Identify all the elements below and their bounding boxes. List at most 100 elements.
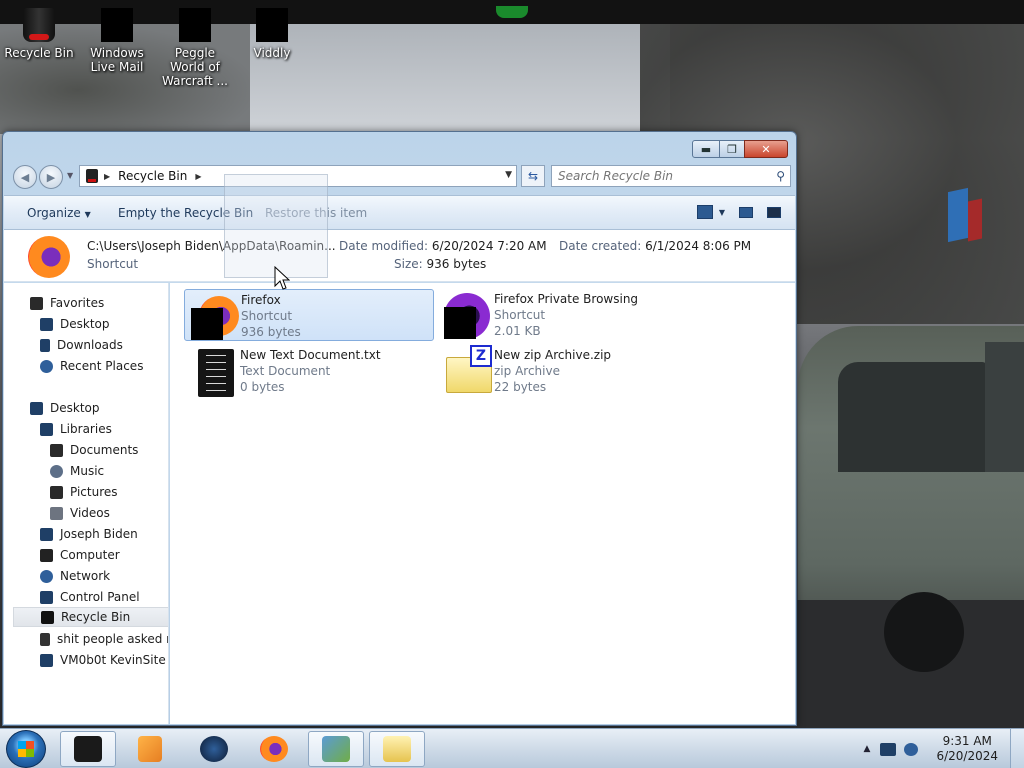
show-hidden-icons-button[interactable]: ▲: [864, 744, 871, 754]
search-box[interactable]: ⚲: [551, 165, 791, 187]
documents-icon: [50, 443, 63, 457]
nav-label: Computer: [60, 548, 120, 562]
system-tray: ▲ 9:31 AM 6/20/2024: [864, 729, 1024, 768]
search-input[interactable]: [558, 169, 768, 183]
top-bar-notch: [496, 6, 528, 18]
nav-user-folder[interactable]: Joseph Biden: [40, 524, 138, 544]
minimize-button[interactable]: ▬: [692, 140, 720, 158]
file-size: 0 bytes: [240, 380, 285, 394]
action-center-icon[interactable]: [880, 742, 897, 756]
nav-recycle-bin[interactable]: Recycle Bin: [13, 607, 168, 627]
search-icon[interactable]: ⚲: [776, 169, 785, 183]
nav-favorites[interactable]: Favorites: [30, 293, 104, 313]
desktop-icon-viddly[interactable]: Viddly: [234, 8, 310, 60]
maximize-button[interactable]: ❐: [719, 140, 745, 158]
desktop-icon-windows-live-mail[interactable]: Windows Live Mail: [79, 8, 155, 74]
breadcrumb-separator[interactable]: ▶: [195, 172, 201, 181]
view-dropdown[interactable]: ▼: [719, 208, 725, 217]
nav-label: shit people asked m: [57, 632, 169, 646]
nav-documents[interactable]: Documents: [50, 440, 138, 460]
nav-label: Recycle Bin: [61, 610, 131, 624]
videos-icon: [50, 506, 63, 520]
date-created-value: 6/1/2024 8:06 PM: [645, 239, 752, 253]
nav-vm0b0t-kevinsite[interactable]: VM0b0t KevinSite: [40, 650, 166, 670]
desktop-icon-label: Viddly: [253, 46, 291, 60]
nav-control-panel[interactable]: Control Panel: [40, 587, 140, 607]
desktop-icon: [30, 401, 43, 415]
nav-label: Pictures: [70, 485, 118, 499]
nav-folder-shit-people-asked[interactable]: shit people asked m: [40, 629, 169, 649]
address-history-dropdown[interactable]: ▼: [505, 170, 512, 180]
size-label: Size:: [394, 257, 423, 271]
file-item-new-zip-archive[interactable]: Z New zip Archive.zip zip Archive 22 byt…: [438, 345, 688, 397]
title-bar[interactable]: ▬ ❐ ✕: [3, 132, 796, 162]
refresh-icon: ⇆: [527, 169, 539, 183]
clock[interactable]: 9:31 AM 6/20/2024: [936, 734, 998, 764]
taskbar-firefox-button[interactable]: [246, 731, 302, 767]
wallpaper-car-wheel: [884, 592, 964, 672]
date-modified-label: Date modified:: [339, 239, 429, 253]
nav-downloads[interactable]: Downloads: [40, 335, 123, 355]
refresh-button[interactable]: ⇆: [521, 165, 545, 187]
nav-desktop[interactable]: Desktop: [30, 398, 100, 418]
help-icon[interactable]: [767, 206, 781, 218]
back-button[interactable]: ◀: [13, 165, 37, 189]
file-item-new-text-document[interactable]: New Text Document.txt Text Document 0 by…: [184, 345, 434, 397]
command-bar: Organize ▼ Empty the Recycle Bin Restore…: [4, 195, 795, 230]
wallpaper-flag-red: [968, 198, 982, 242]
breadcrumb-recycle-bin[interactable]: Recycle Bin: [118, 169, 187, 183]
nav-label: Joseph Biden: [60, 527, 138, 541]
recycle-bin-icon: [23, 8, 55, 42]
forward-button[interactable]: ▶: [39, 165, 63, 189]
peggle-icon: [179, 8, 211, 42]
file-item-firefox[interactable]: Firefox Shortcut 936 bytes: [184, 289, 434, 341]
organize-button[interactable]: Organize ▼: [27, 206, 91, 220]
nav-label: Videos: [70, 506, 110, 520]
desktop-icon-peggle[interactable]: Peggle World of Warcraft ...: [157, 8, 233, 88]
nav-label: Desktop: [50, 401, 100, 415]
text-document-icon: [190, 349, 234, 397]
wallpaper-car-window-rear: [985, 342, 1024, 472]
wallpaper-flag-blue: [948, 187, 968, 243]
nav-desktop-favorite[interactable]: Desktop: [40, 314, 110, 334]
nav-music[interactable]: Music: [50, 461, 104, 481]
music-icon: [50, 464, 63, 478]
taskbar-users-button[interactable]: [308, 731, 364, 767]
taskbar-explorer-button[interactable]: [60, 731, 116, 767]
desktop-icon-label: Recycle Bin: [4, 46, 74, 60]
network-icon[interactable]: [904, 742, 919, 756]
file-size: 22 bytes: [494, 380, 547, 394]
change-view-icon[interactable]: [696, 205, 713, 219]
taskbar-media-player-button[interactable]: [122, 731, 178, 767]
organize-label: Organize: [27, 206, 81, 220]
folder-icon: [40, 653, 53, 667]
nav-network[interactable]: Network: [40, 566, 110, 586]
nav-pictures[interactable]: Pictures: [50, 482, 118, 502]
taskbar-folder-button[interactable]: [369, 731, 425, 767]
start-button[interactable]: [6, 730, 46, 768]
close-button[interactable]: ✕: [744, 140, 788, 158]
nav-recent-places[interactable]: Recent Places: [40, 356, 143, 376]
desktop-icon: [40, 317, 53, 331]
desktop-icon-recycle-bin[interactable]: Recycle Bin: [1, 8, 77, 60]
nav-label: Desktop: [60, 317, 110, 331]
nav-videos[interactable]: Videos: [50, 503, 110, 523]
nav-computer[interactable]: Computer: [40, 545, 120, 565]
item-type: Shortcut: [87, 257, 139, 271]
computer-icon: [40, 548, 53, 562]
file-size: 936 bytes: [241, 325, 301, 339]
recent-pages-dropdown[interactable]: ▼: [67, 171, 73, 180]
show-desktop-button[interactable]: [1010, 729, 1024, 768]
mouse-cursor-icon: [274, 266, 290, 290]
nav-libraries[interactable]: Libraries: [40, 419, 112, 439]
preview-pane-icon[interactable]: [739, 206, 753, 218]
file-size: 2.01 KB: [494, 324, 541, 338]
window-controls: ▬ ❐ ✕: [692, 140, 788, 158]
users-icon: [322, 736, 350, 762]
file-item-firefox-private[interactable]: Firefox Private Browsing Shortcut 2.01 K…: [438, 289, 688, 341]
size-value: 936 bytes: [426, 257, 487, 271]
forward-arrow-icon: ▶: [46, 170, 56, 184]
taskbar-globe-app-button[interactable]: [186, 731, 242, 767]
breadcrumb-separator[interactable]: ▶: [104, 172, 110, 181]
view-controls: ▼: [683, 205, 781, 219]
